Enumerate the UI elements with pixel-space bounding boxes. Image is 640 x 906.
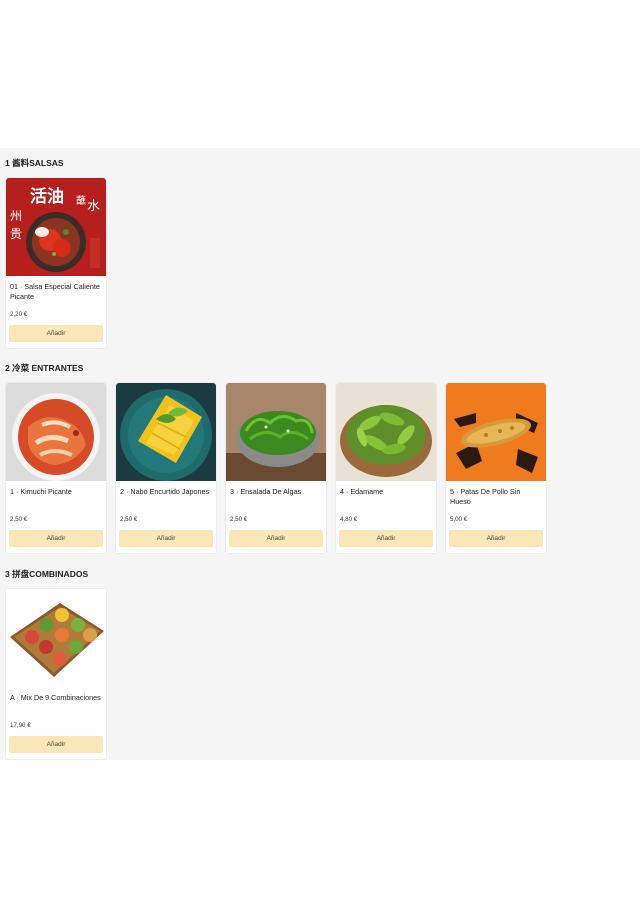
product-image (6, 383, 106, 481)
product-price: 2,20 € (10, 311, 28, 318)
product-name: A · Mix De 9 Combinaciones (10, 693, 101, 702)
product-name: 5 · Patas De Pollo Sin Hueso (450, 487, 521, 506)
svg-text:州: 州 (10, 209, 22, 223)
add-button[interactable]: Añadir (9, 736, 103, 753)
product-card[interactable]: 4 · Edamame 4,80 € Añadir (335, 382, 437, 554)
product-name: 3 · Ensalada De Algas (230, 487, 302, 496)
product-card[interactable]: 活油 蘸 水 州 贵 01 · Salsa Especial Caliente … (5, 177, 107, 349)
sauce-image: 活油 蘸 水 州 贵 (6, 178, 106, 276)
product-image (226, 383, 326, 481)
svg-text:水: 水 (87, 199, 100, 214)
product-image (6, 589, 106, 687)
product-card[interactable]: 3 · Ensalada De Algas 2,50 € Añadir (225, 382, 327, 554)
product-price: 2,50 € (120, 516, 138, 523)
product-card[interactable]: 1 · Kimuchi Picante 2,50 € Añadir (5, 382, 107, 554)
add-button[interactable]: Añadir (229, 530, 323, 547)
add-button[interactable]: Añadir (9, 325, 103, 342)
product-name: 01 · Salsa Especial Caliente Picante (10, 282, 100, 301)
section-salsas: 1 酱料SALSAS 活油 蘸 水 州 贵 01 · Salsa Especia… (5, 157, 107, 349)
svg-text:蘸: 蘸 (76, 194, 86, 207)
section-title: 3 拼盘COMBINADOS (5, 569, 89, 579)
section-entrantes: 2 冷菜 ENTRANTES 1 · Kimuchi Picante 2,50 … (5, 362, 547, 554)
add-button[interactable]: Añadir (449, 530, 543, 547)
product-card[interactable]: 2 · Nabo Encurtido Japones 2,50 € Añadir (115, 382, 217, 554)
section-title: 2 冷菜 ENTRANTES (5, 363, 84, 373)
product-name: 2 · Nabo Encurtido Japones (120, 487, 210, 496)
product-price: 4,80 € (340, 516, 358, 523)
product-price: 2,50 € (10, 516, 28, 523)
section-title: 1 酱料SALSAS (5, 158, 64, 168)
seaweed-salad-image (226, 383, 326, 481)
product-list: 1 · Kimuchi Picante 2,50 € Añadir 2 · Na… (5, 382, 547, 554)
product-name: 4 · Edamame (340, 487, 384, 496)
product-image: 活油 蘸 水 州 贵 (6, 178, 106, 276)
product-card[interactable]: A · Mix De 9 Combinaciones 17,90 € Añadi… (5, 588, 107, 760)
menu-area: 1 酱料SALSAS 活油 蘸 水 州 贵 01 · Salsa Especia… (0, 148, 640, 760)
edamame-image (336, 383, 436, 481)
product-list: A · Mix De 9 Combinaciones 17,90 € Añadi… (5, 588, 107, 760)
product-price: 17,90 € (10, 722, 31, 729)
product-image (116, 383, 216, 481)
section-combinados: 3 拼盘COMBINADOS A · Mix De 9 Combinacione… (5, 568, 107, 760)
add-button[interactable]: Añadir (9, 530, 103, 547)
product-card[interactable]: 5 · Patas De Pollo Sin Hueso 5,00 € Añad… (445, 382, 547, 554)
pickled-radish-image (116, 383, 216, 481)
product-price: 5,00 € (450, 516, 468, 523)
kimchi-image (6, 383, 106, 481)
combo-platter-image (6, 589, 106, 687)
svg-text:贵: 贵 (10, 227, 22, 241)
product-image (336, 383, 436, 481)
svg-text:活油: 活油 (30, 186, 64, 207)
chicken-feet-image (446, 383, 546, 481)
add-button[interactable]: Añadir (339, 530, 433, 547)
product-name: 1 · Kimuchi Picante (10, 487, 72, 496)
add-button[interactable]: Añadir (119, 530, 213, 547)
product-list: 活油 蘸 水 州 贵 01 · Salsa Especial Caliente … (5, 177, 107, 349)
product-image (446, 383, 546, 481)
product-price: 2,50 € (230, 516, 248, 523)
